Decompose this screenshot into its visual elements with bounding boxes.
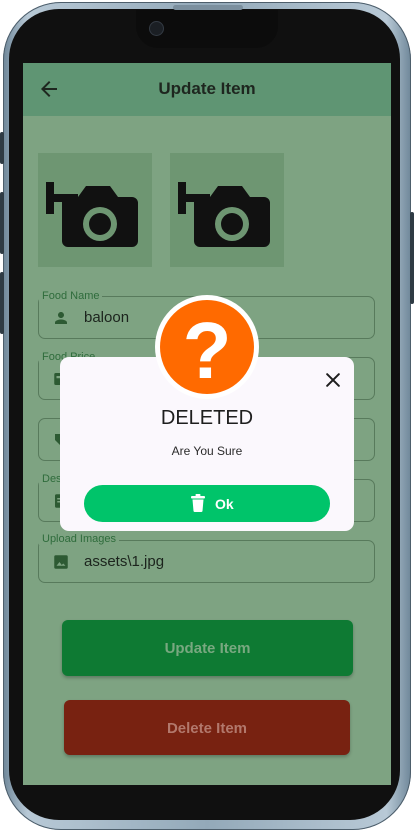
food-name-label: Food Name <box>39 290 103 302</box>
ok-button[interactable]: Ok <box>84 485 330 522</box>
image-picker-2[interactable] <box>170 153 284 267</box>
svg-text:?: ? <box>183 306 232 394</box>
side-button-power <box>410 212 414 304</box>
question-mark-glyph: ? <box>183 306 232 395</box>
app-bar: Update Item <box>23 63 391 116</box>
image-picker-1[interactable] <box>38 153 152 267</box>
person-icon <box>55 312 67 324</box>
update-item-button[interactable]: Update Item <box>62 620 353 676</box>
question-mark-icon: ? <box>160 300 254 395</box>
dialog-title: DELETED <box>160 407 254 429</box>
image-icon <box>54 555 68 569</box>
add-photo-icon <box>178 182 270 247</box>
close-icon[interactable] <box>323 370 343 390</box>
side-button-action <box>0 132 4 164</box>
update-item-label: Update Item <box>164 640 251 657</box>
add-photo-icon <box>46 182 138 247</box>
delete-item-label: Delete Item <box>166 720 248 737</box>
upload-images-field[interactable]: assets\1.jpg <box>38 540 375 583</box>
dialog-message: Are You Sure <box>171 444 243 458</box>
side-button-volume-down <box>0 272 4 334</box>
question-badge: ? <box>155 295 259 399</box>
ok-label: Ok <box>215 496 234 512</box>
page-title: Update Item <box>158 79 256 98</box>
delete-item-button[interactable]: Delete Item <box>64 700 350 755</box>
upload-images-value: assets\1.jpg <box>84 553 165 570</box>
trash-icon <box>191 494 205 512</box>
front-camera <box>149 21 164 36</box>
upload-images-label: Upload Images <box>39 533 119 545</box>
food-name-value: baloon <box>84 309 130 326</box>
side-button-volume-up <box>0 192 4 254</box>
